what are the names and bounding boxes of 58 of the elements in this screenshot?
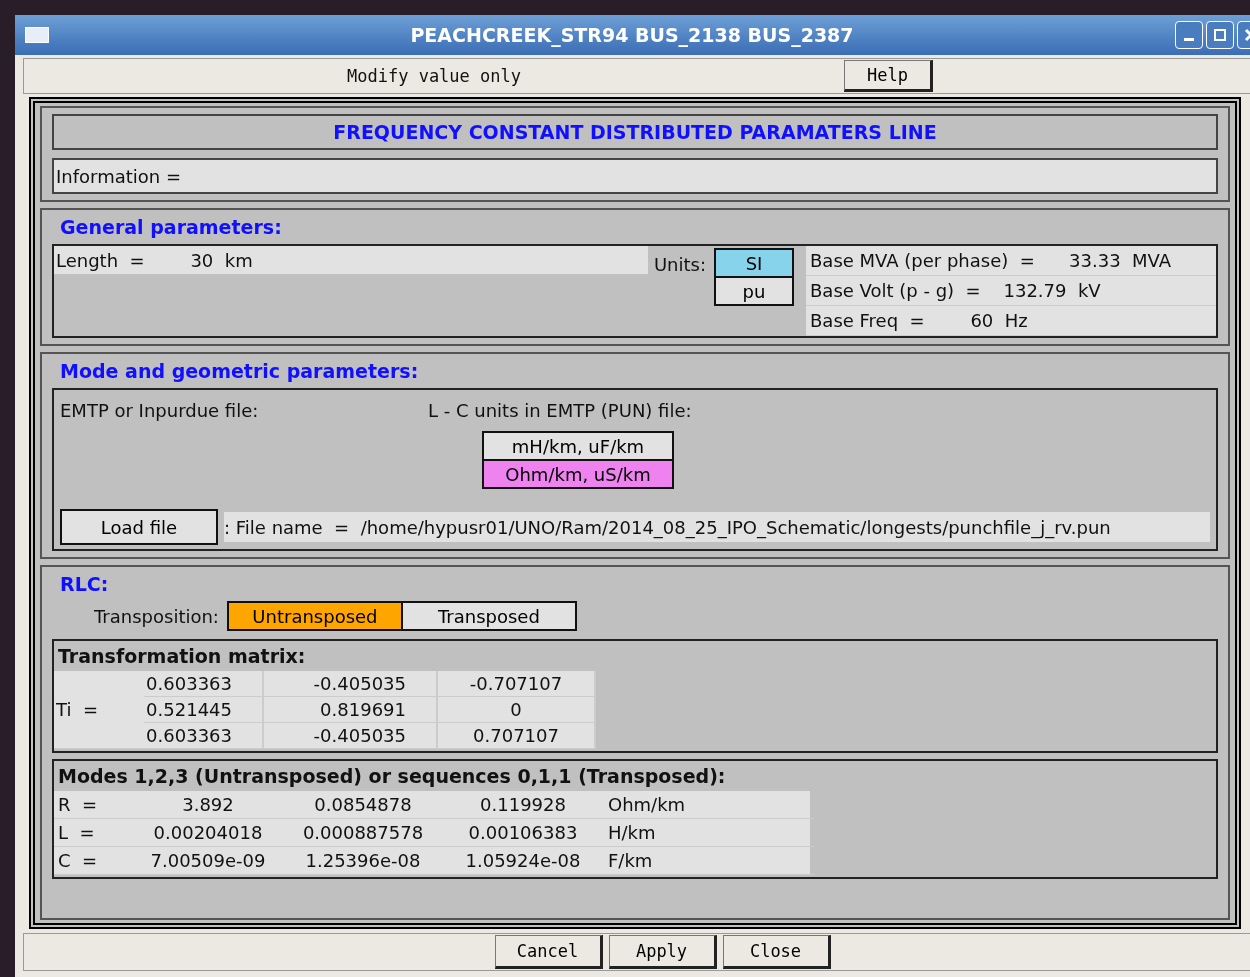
length-field[interactable]: Length = 30 km: [54, 246, 648, 274]
matrix-label: Ti =: [54, 671, 144, 749]
mode-value-cell: 7.00509e-09: [132, 847, 284, 875]
matrix-cell: 0.819691: [264, 697, 438, 723]
file-name-field: : File name = /home/hypusr01/UNO/Ram/2014_08_25_IPO_Schematic/longests/punchfile_j_rv.pun: [224, 512, 1210, 542]
row-label: C =: [54, 847, 132, 875]
mode-label: Modify value only: [346, 66, 522, 86]
mode-value-cell: 0.000887578: [284, 819, 442, 847]
lc-unit-option[interactable]: mH/km, uF/km: [482, 431, 674, 461]
matrix-cell: -0.405035: [264, 671, 438, 697]
mode-value-cell: 1.05924e-08: [442, 847, 604, 875]
unit-cell: F/km: [604, 847, 814, 875]
transposition-option[interactable]: Transposed: [400, 601, 577, 631]
unit-option[interactable]: SI: [714, 248, 794, 278]
base-value-field: Base Freq = 60 Hz: [806, 306, 1216, 336]
transposition-label: Transposition:: [94, 605, 219, 627]
minimize-button[interactable]: [1175, 21, 1203, 49]
base-value-field: Base MVA (per phase) = 33.33 MVA: [806, 246, 1216, 276]
maximize-button[interactable]: [1206, 21, 1234, 49]
section-title: RLC:: [60, 573, 110, 595]
row-label: R =: [54, 791, 132, 819]
row-label: L =: [54, 819, 132, 847]
mode-value-cell: 0.00106383: [442, 819, 604, 847]
matrix-cell: -0.707107: [438, 671, 596, 697]
lc-units-label: L - C units in EMTP (PUN) file:: [428, 400, 692, 421]
section-title: General parameters:: [60, 216, 283, 238]
dialog-button[interactable]: Cancel: [494, 935, 603, 969]
help-button[interactable]: Help: [844, 60, 933, 92]
matrix-title: Transformation matrix:: [58, 645, 307, 667]
transposition-option[interactable]: Untransposed: [226, 601, 403, 631]
mode-value-cell: 0.119928: [442, 791, 604, 819]
matrix-cell: 0: [438, 697, 596, 723]
maximize-icon: [1213, 28, 1227, 42]
information-field[interactable]: Information =: [52, 158, 1218, 194]
mode-value-cell: 1.25396e-08: [284, 847, 442, 875]
unit-cell: H/km: [604, 819, 814, 847]
unit-option[interactable]: pu: [714, 276, 794, 306]
matrix-cell: 0.603363: [144, 671, 264, 697]
base-value-field: Base Volt (p - g) = 132.79 kV: [806, 276, 1216, 306]
unit-cell: Ohm/km: [604, 791, 814, 819]
units-label: Units:: [653, 254, 706, 277]
matrix-cell: 0.707107: [438, 723, 596, 749]
emtp-label: EMTP or Inpurdue file:: [60, 400, 260, 421]
mode-value-cell: 3.892: [132, 791, 284, 819]
lc-unit-option[interactable]: Ohm/km, uS/km: [482, 459, 674, 489]
matrix-cell: 0.603363: [144, 723, 264, 749]
dialog-button[interactable]: Close: [722, 935, 831, 969]
dialog-button[interactable]: Apply: [608, 935, 717, 969]
mode-value-cell: 0.00204018: [132, 819, 284, 847]
matrix-cell: -0.405035: [264, 723, 438, 749]
minimize-icon: [1184, 37, 1194, 41]
modes-title: Modes 1,2,3 (Untransposed) or sequences 0,1,1 (Transposed):: [58, 765, 727, 787]
matrix-cell: 0.521445: [144, 697, 264, 723]
dialog-heading: FREQUENCY CONSTANT DISTRIBUTED PARAMATERS LINE: [52, 114, 1218, 150]
load-file-button[interactable]: Load file: [60, 509, 218, 545]
window-title: PEACHCREEK_STR94 BUS_2138 BUS_2387: [409, 24, 855, 46]
section-title: Mode and geometric parameters:: [60, 360, 420, 382]
mode-value-cell: 0.0854878: [284, 791, 442, 819]
